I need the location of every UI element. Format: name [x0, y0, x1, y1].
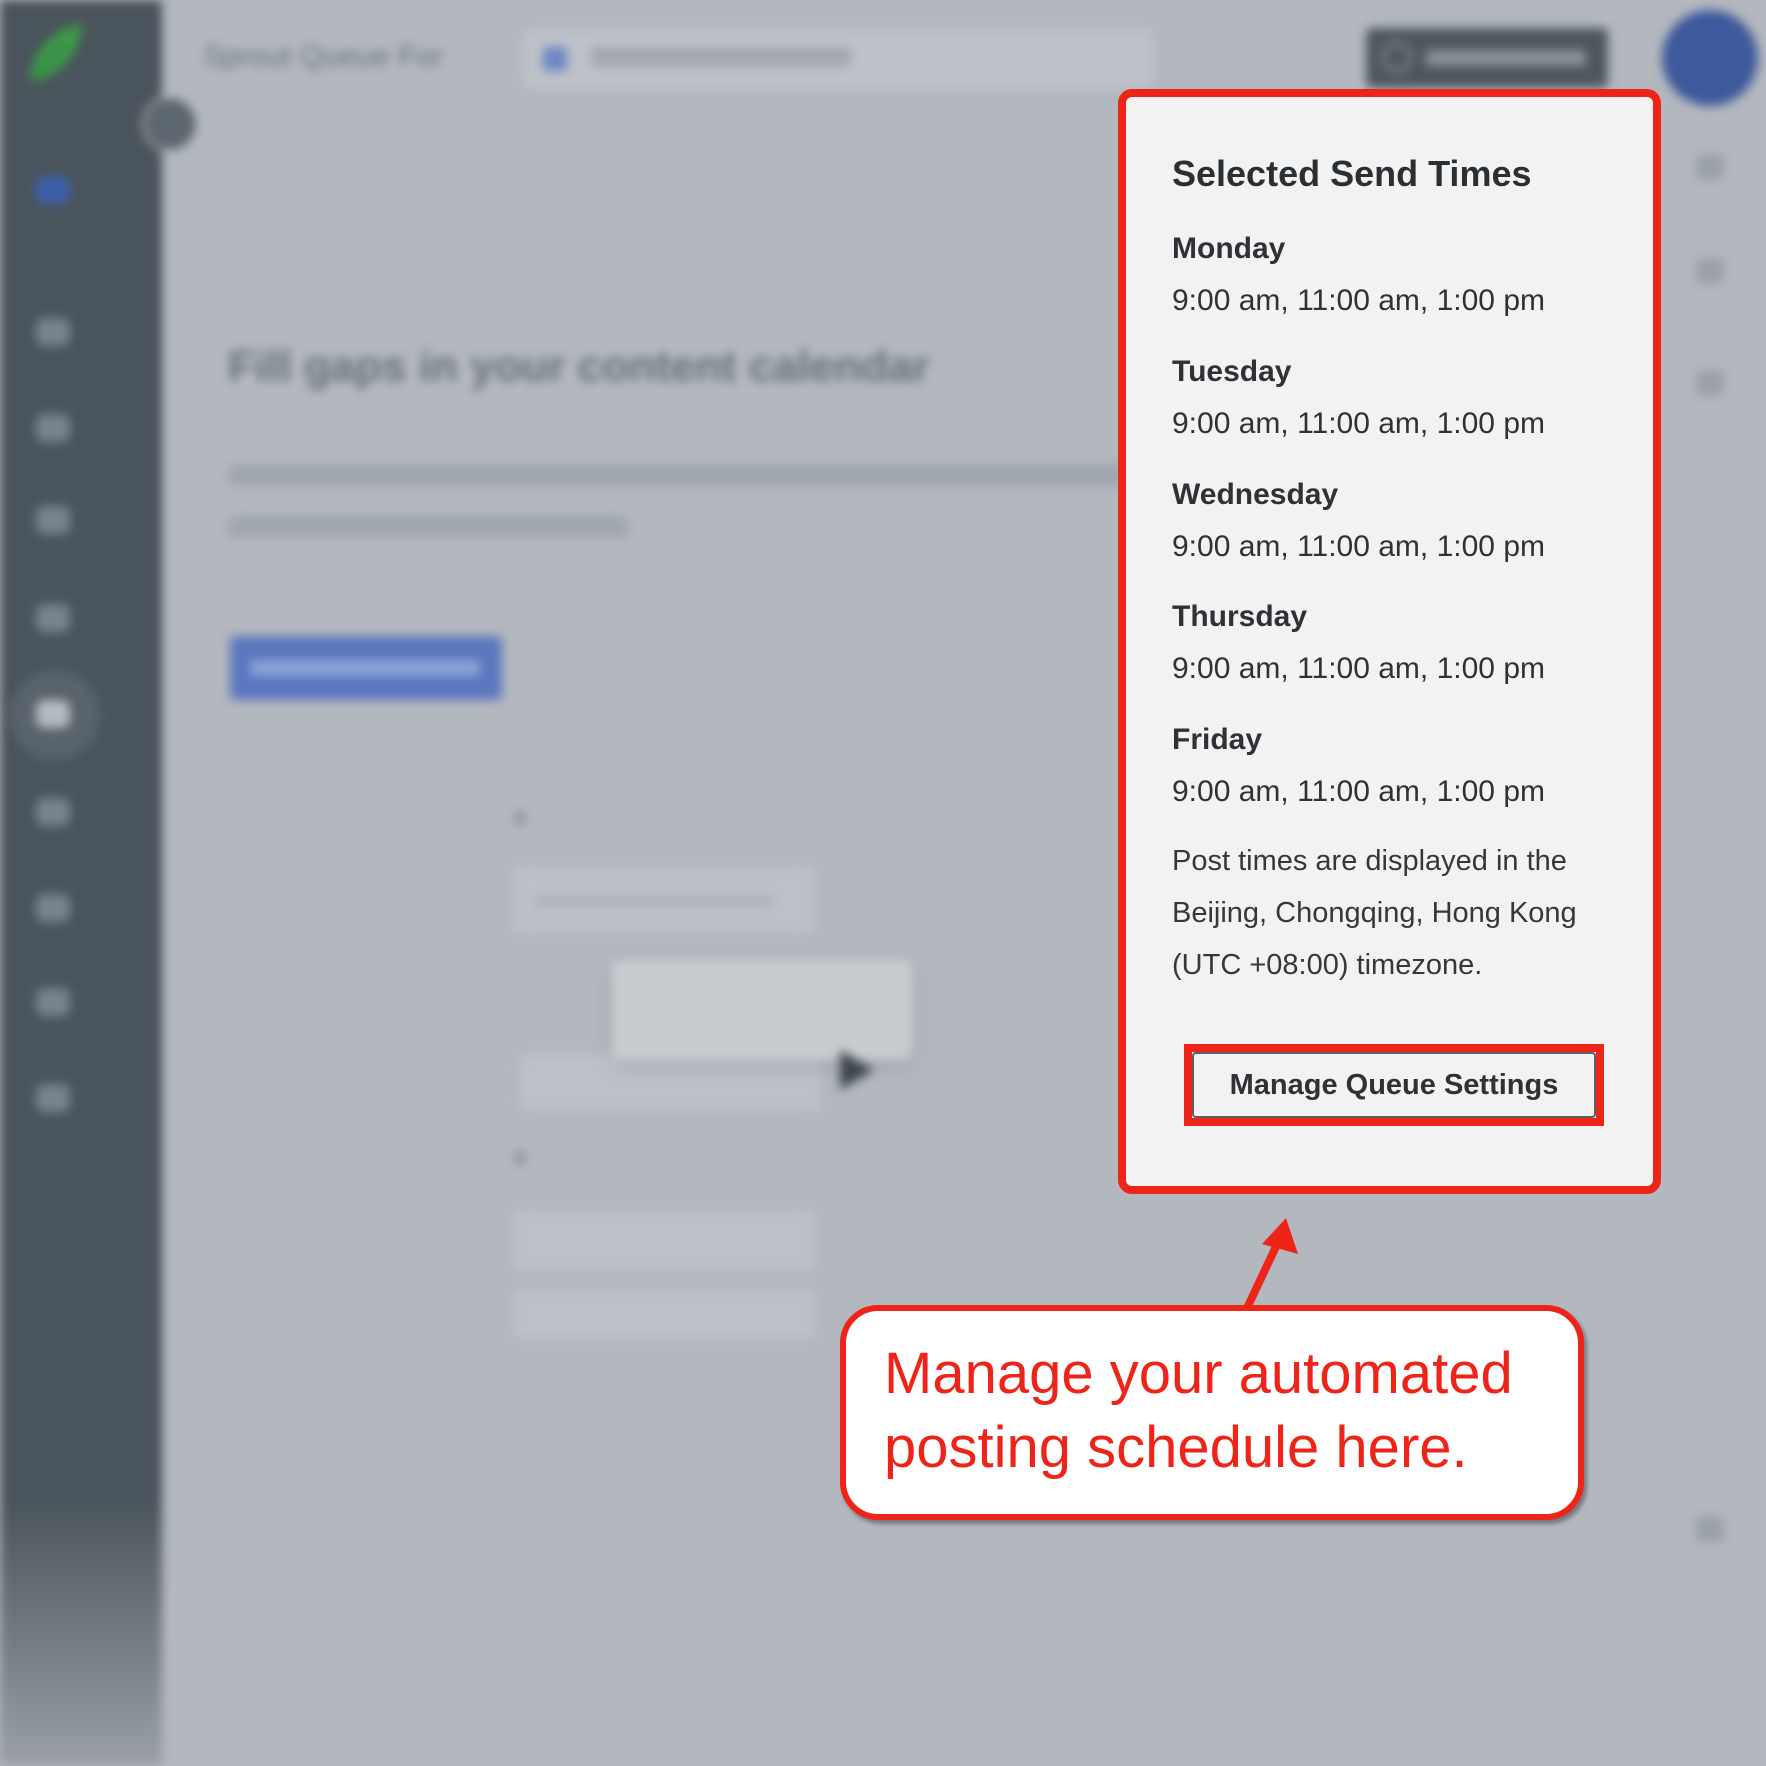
annotation-callout: Manage your automated posting schedule h… [840, 1305, 1584, 1520]
callout-text: Manage your automated posting schedule h… [884, 1341, 1513, 1480]
